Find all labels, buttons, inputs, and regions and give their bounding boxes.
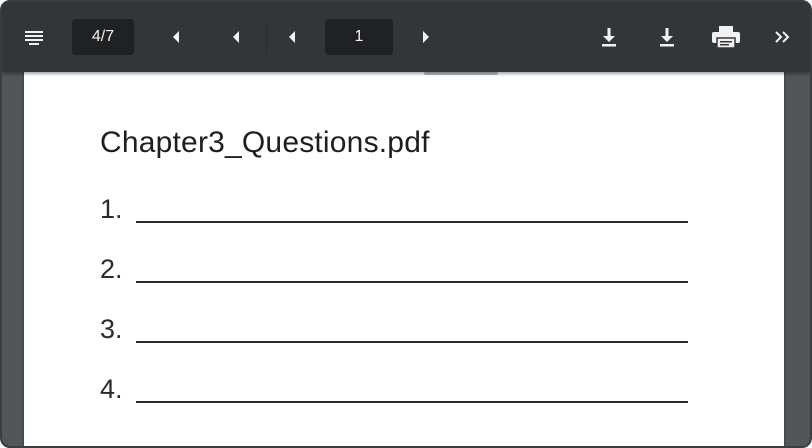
more-tools-button[interactable] — [768, 19, 796, 55]
toolbar-divider — [266, 20, 267, 54]
answer-line — [136, 341, 688, 343]
question-number: 4. — [100, 374, 123, 404]
question-row: 3. — [100, 314, 700, 354]
chevron-left-icon — [233, 31, 239, 43]
print-button[interactable] — [708, 19, 744, 55]
question-row: 2. — [100, 254, 700, 294]
download-icon — [602, 28, 616, 47]
question-row: 4. — [100, 374, 700, 414]
answer-line — [136, 221, 688, 223]
prev-page-button[interactable] — [278, 19, 306, 55]
double-chevron-right-icon — [775, 31, 790, 43]
chevron-right-icon — [423, 31, 429, 43]
answer-line — [136, 281, 688, 283]
question-row: 1. — [100, 194, 700, 234]
download-button[interactable] — [594, 19, 624, 55]
page-indicator: 4/7 — [72, 19, 134, 55]
next-page-button[interactable] — [412, 19, 440, 55]
page-number-value: 1 — [354, 28, 364, 45]
pdf-toolbar: 4/7 1 — [2, 2, 810, 72]
menu-button[interactable] — [20, 19, 48, 55]
chevron-left-icon — [289, 31, 295, 43]
download-button[interactable] — [652, 19, 682, 55]
prev-page-button[interactable] — [162, 19, 190, 55]
page-number-input[interactable]: 1 — [325, 19, 393, 55]
page-edge-mark — [424, 72, 498, 75]
document-title: Chapter3_Questions.pdf — [100, 126, 430, 159]
printer-icon — [712, 26, 740, 49]
pdf-viewer-window: Chapter3_Questions.pdf 1. 2. 3. 4. 4/7 1 — [0, 0, 812, 448]
download-icon — [660, 28, 674, 47]
pdf-page: Chapter3_Questions.pdf 1. 2. 3. 4. — [24, 72, 784, 446]
question-number: 2. — [100, 254, 123, 284]
answer-line — [136, 401, 688, 403]
prev-page-button[interactable] — [222, 19, 250, 55]
question-number: 1. — [100, 194, 123, 224]
hamburger-menu-icon — [25, 31, 43, 45]
question-number: 3. — [100, 314, 123, 344]
page-indicator-text: 4/7 — [91, 28, 115, 45]
chevron-left-icon — [173, 31, 179, 43]
